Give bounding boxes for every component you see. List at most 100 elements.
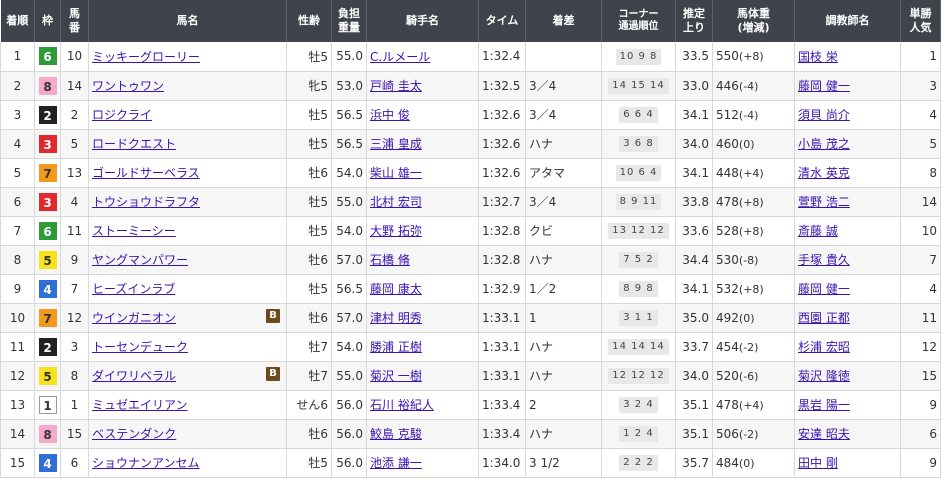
corner-cell: 8 9 11 — [601, 187, 676, 217]
jockey-name-link[interactable]: 菊沢 一樹 — [370, 369, 422, 383]
table-row: 6 3 4 トウショウドラフタ 牡5 55.0 北村 宏司 1:32.7 3／4 8 9 11 33… — [0, 187, 941, 217]
horse-name-link[interactable]: ワントゥワン — [92, 79, 164, 93]
horse-name-link[interactable]: ゴールドサーベラス — [92, 166, 200, 180]
results-body: 1 6 10 ミッキーグローリー 牡5 55.0 C.ルメール 1:32.4 10 9 8 33.… — [0, 42, 941, 478]
time-cell: 1:32.6 — [478, 100, 526, 130]
trainer-name-link[interactable]: 杉浦 宏昭 — [798, 340, 850, 354]
waku-badge: 3 — [38, 134, 57, 153]
waku-cell: 5 — [34, 361, 61, 391]
horse-name-link[interactable]: トウショウドラフタ — [92, 195, 200, 209]
jockey-name-link[interactable]: 藤岡 康太 — [370, 282, 422, 296]
bodyweight-diff: (+4) — [738, 398, 764, 412]
jockey-name-link[interactable]: C.ルメール — [370, 50, 430, 64]
corner-cell: 3 6 8 — [601, 129, 676, 159]
rank-cell: 6 — [0, 187, 35, 217]
trainer-name-link[interactable]: 田中 剛 — [798, 456, 838, 470]
horse-name-link[interactable]: ヤングマンパワー — [92, 253, 188, 267]
rank-cell: 12 — [0, 361, 35, 391]
horse-cell: ヤングマンパワー — [88, 245, 287, 275]
bodyweight-diff: (-2) — [738, 427, 759, 441]
time-cell: 1:32.5 — [478, 71, 526, 101]
horse-cell: ウインガニオン B — [88, 303, 287, 333]
weight-cell: 55.0 — [331, 361, 367, 391]
jockey-name-link[interactable]: 柴山 雄一 — [370, 166, 422, 180]
time-cell: 1:33.4 — [478, 390, 526, 420]
trainer-name-link[interactable]: 斎藤 誠 — [798, 224, 838, 238]
horse-name-link[interactable]: ヒーズインラブ — [92, 282, 175, 296]
jockey-name-link[interactable]: 池添 謙一 — [370, 456, 422, 470]
jockey-name-link[interactable]: 浜中 俊 — [370, 108, 410, 122]
horse-name-link[interactable]: ロジクライ — [92, 108, 152, 122]
waku-cell: 2 — [34, 332, 61, 362]
margin-cell: ハナ — [525, 332, 602, 362]
popularity-cell: 15 — [900, 361, 941, 391]
last3f-cell: 33.0 — [675, 71, 713, 101]
waku-cell: 4 — [34, 448, 61, 478]
jockey-name-link[interactable]: 北村 宏司 — [370, 195, 422, 209]
trainer-name-link[interactable]: 西園 正都 — [798, 311, 850, 325]
horse-name-link[interactable]: ストーミーシー — [92, 224, 176, 238]
corner-positions: 2 2 2 — [619, 455, 658, 471]
jockey-name-link[interactable]: 勝浦 正樹 — [370, 340, 422, 354]
waku-cell: 6 — [34, 42, 61, 72]
trainer-name-link[interactable]: 清水 英克 — [798, 166, 850, 180]
trainer-cell: 藤岡 健一 — [794, 274, 901, 304]
bodyweight-diff: (0) — [738, 311, 755, 325]
horse-name-link[interactable]: トーセンデューク — [92, 340, 188, 354]
waku-cell: 3 — [34, 187, 61, 217]
waku-cell: 4 — [34, 274, 61, 304]
trainer-name-link[interactable]: 藤岡 健一 — [798, 79, 850, 93]
bodyweight-diff: (+8) — [738, 50, 764, 64]
sexage-cell: 牡5 — [286, 100, 332, 130]
table-row: 15 4 6 ショウナンアンセム 牡5 56.0 池添 謙一 1:34.0 3 1/2 2 2 2… — [0, 448, 941, 478]
corner-positions: 7 5 2 — [619, 252, 658, 268]
corner-cell: 6 6 4 — [601, 100, 676, 130]
sexage-cell: 牡5 — [286, 448, 332, 478]
table-row: 3 2 2 ロジクライ 牡5 56.5 浜中 俊 1:32.6 3／4 6 6 4 34.1 512(… — [0, 100, 941, 130]
horse-name-link[interactable]: ショウナンアンセム — [92, 456, 200, 470]
jockey-cell: 浜中 俊 — [366, 100, 479, 130]
jockey-name-link[interactable]: 大野 拓弥 — [370, 224, 422, 238]
rank-cell: 3 — [0, 100, 35, 130]
weight-cell: 56.5 — [331, 129, 367, 159]
jockey-cell: 藤岡 康太 — [366, 274, 479, 304]
jockey-name-link[interactable]: 鮫島 克駿 — [370, 427, 422, 441]
waku-cell: 8 — [34, 419, 61, 449]
jockey-name-link[interactable]: 三浦 皇成 — [370, 137, 422, 151]
umaban-cell: 4 — [60, 187, 89, 217]
jockey-name-link[interactable]: 石川 裕紀人 — [370, 398, 434, 412]
trainer-cell: 藤岡 健一 — [794, 71, 901, 101]
jockey-cell: 石橋 脩 — [366, 245, 479, 275]
horse-name-link[interactable]: ベステンダンク — [92, 427, 176, 441]
horse-cell: ショウナンアンセム — [88, 448, 287, 478]
jockey-name-link[interactable]: 津村 明秀 — [370, 311, 422, 325]
horse-name-link[interactable]: ミュゼエイリアン — [92, 398, 188, 412]
time-cell: 1:34.0 — [478, 448, 526, 478]
margin-cell: ハナ — [525, 419, 602, 449]
bodyweight-value: 478 — [716, 397, 739, 412]
horse-cell: ゴールドサーベラス — [88, 158, 287, 188]
trainer-name-link[interactable]: 黒岩 陽一 — [798, 398, 850, 412]
corner-cell: 10 6 4 — [601, 158, 676, 188]
horse-name-link[interactable]: ダイワリベラル — [92, 369, 176, 383]
trainer-name-link[interactable]: 安達 昭夫 — [798, 427, 850, 441]
time-cell: 1:32.9 — [478, 274, 526, 304]
jockey-name-link[interactable]: 戸崎 圭太 — [370, 79, 422, 93]
waku-cell: 2 — [34, 100, 61, 130]
margin-cell: 3／4 — [525, 100, 602, 130]
trainer-name-link[interactable]: 藤岡 健一 — [798, 282, 850, 296]
trainer-name-link[interactable]: 菊沢 隆徳 — [798, 369, 850, 383]
weight-cell: 55.0 — [331, 187, 367, 217]
trainer-name-link[interactable]: 国枝 栄 — [798, 50, 838, 64]
trainer-name-link[interactable]: 小島 茂之 — [798, 137, 850, 151]
horse-name-link[interactable]: ウインガニオン — [92, 311, 176, 325]
jockey-name-link[interactable]: 石橋 脩 — [370, 253, 410, 267]
margin-cell: 3 1/2 — [525, 448, 602, 478]
waku-badge: 2 — [38, 337, 57, 356]
header-jockey: 騎手名 — [366, 0, 479, 42]
trainer-name-link[interactable]: 手塚 貴久 — [798, 253, 850, 267]
trainer-name-link[interactable]: 萱野 浩二 — [798, 195, 850, 209]
trainer-name-link[interactable]: 須貝 尚介 — [798, 108, 850, 122]
horse-name-link[interactable]: ミッキーグローリー — [92, 50, 200, 64]
horse-name-link[interactable]: ロードクエスト — [92, 137, 176, 151]
